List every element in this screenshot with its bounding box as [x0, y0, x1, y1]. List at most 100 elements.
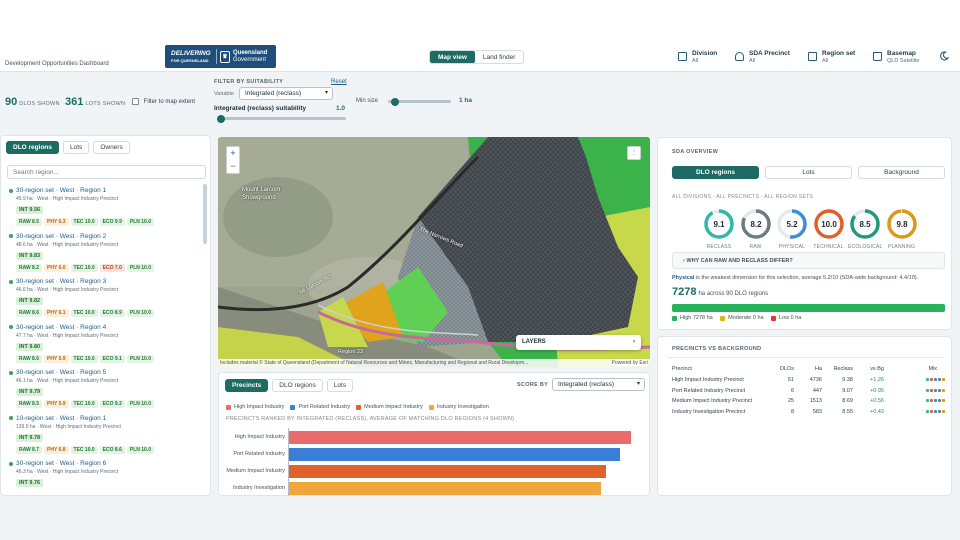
list-item[interactable]: 10-region set · West · Region 1 139.0 ha … [9, 415, 204, 454]
why-differ-expander[interactable]: › WHY CAN RAW AND RECLASS DIFFER? [672, 252, 945, 269]
list-item[interactable]: 30-region set · West · Region 5 46.1 ha ·… [9, 369, 204, 408]
reset-link[interactable]: Reset [331, 79, 347, 85]
nav-sda-precinct[interactable]: SDA Precinct All [735, 50, 790, 64]
region-name[interactable]: 10-region set · West · Region 1 [16, 415, 106, 422]
score-chip: PHY 6.3 [44, 218, 69, 226]
chart-icon[interactable]: ⫶ [627, 146, 641, 160]
list-item[interactable]: 30-region set · West · Region 1 45.9 ha ·… [9, 187, 204, 226]
table-header: Mix [928, 366, 937, 372]
table-cell: +0.95 [870, 387, 884, 394]
qld-logo: DELIVERING FOR QUEENSLAND ♛ Queensland Gov… [165, 45, 276, 68]
tab-dlo-regions[interactable]: DLO regions [672, 166, 759, 179]
list-item[interactable]: 30-region set · West · Region 6 46.3 ha ·… [9, 460, 204, 487]
filter-extent[interactable]: Filter to map extent [132, 98, 195, 105]
map-view[interactable]: Mount Larcom Showground The Narrows Road… [218, 137, 650, 367]
tab-precincts[interactable]: Precincts [225, 379, 269, 392]
minsize-label: Min size [356, 98, 379, 104]
suitability-bar [672, 304, 945, 312]
table-cell: 1513 [809, 398, 822, 404]
score-chip: PHY 5.9 [44, 400, 69, 408]
ha-summary: 7278 ha across 90 DLO regions [672, 286, 769, 298]
table-header: DLOs [779, 366, 794, 372]
sda-overview-panel: SDA OVERVIEW DLO regions Lots Background… [657, 137, 952, 330]
bar-port-related-industry[interactable] [289, 448, 621, 461]
region-name[interactable]: 30-region set · West · Region 5 [16, 369, 106, 376]
list-item[interactable]: 30-region set · West · Region 2 48.6 ha ·… [9, 233, 204, 272]
tab-owners[interactable]: Owners [93, 141, 130, 154]
score-by-select[interactable]: Integrated (reclass) ▾ [552, 378, 645, 391]
score-ring-technical: 10.0 TECHNICAL [812, 208, 846, 250]
status-dot-icon [9, 234, 13, 238]
top-bar: Development Opportunities Dashboard DELI… [0, 0, 960, 72]
region-details: 139.0 ha · West · High Impact Industry P… [16, 423, 121, 430]
filter-extent-checkbox[interactable] [132, 98, 139, 105]
chart-subtitle: PRECINCTS RANKED BY INTEGRATED (RECLASS)… [226, 416, 515, 422]
map-view-button[interactable]: Map view [430, 51, 475, 63]
table-cell: +0.43 [870, 408, 884, 415]
tab-background[interactable]: Background [858, 166, 945, 179]
bar-category-label: High Impact Industry [234, 434, 285, 440]
map-label: Showground [242, 195, 276, 201]
zoom-in-button[interactable]: + [227, 147, 239, 160]
score-chip: ECO 9.9 [99, 218, 125, 226]
list-item[interactable]: 30-region set · West · Region 3 46.6 ha ·… [9, 278, 204, 317]
land-finder-button[interactable]: Land finder [475, 51, 524, 63]
chart-panel: Precincts DLO regions Lots SCORE BY Inte… [218, 372, 650, 496]
score-chip: RAW 8.7 [16, 445, 43, 454]
chevron-down-icon: ▾ [324, 90, 328, 96]
chart-legend: High Impact Industry Port Related Industr… [226, 404, 495, 412]
svg-text:9.1: 9.1 [713, 220, 725, 229]
table-cell: 51 [787, 377, 794, 383]
tab-lots[interactable]: Lots [765, 166, 852, 179]
bar-industry-investigation[interactable] [289, 482, 602, 495]
layers-button[interactable]: LAYERS › [516, 335, 641, 350]
tab-lots[interactable]: Lots [63, 141, 90, 154]
grid-icon [678, 52, 687, 61]
mix-icon [926, 388, 945, 392]
table-cell: 6 [790, 387, 794, 394]
score-chip: TEC 10.0 [70, 263, 98, 272]
moon-icon[interactable] [939, 51, 950, 61]
region-details: 48.6 ha · West · High Impact Industry Pr… [16, 241, 119, 248]
variable-select[interactable]: Integrated (reclass) ▾ [239, 87, 333, 100]
score-chip: TEC 10.0 [70, 218, 98, 226]
bar-high-impact-industry[interactable] [289, 431, 632, 444]
region-name[interactable]: 30-region set · West · Region 4 [16, 324, 106, 331]
region-search-input[interactable] [7, 165, 206, 179]
weak-dimension-note: Physical is the weakest dimension for th… [672, 275, 919, 281]
score-chip: RAW 8.5 [16, 218, 43, 226]
region-details: 46.6 ha · West · High Impact Industry Pr… [16, 287, 119, 293]
int-score-badge: INT 9.80 [16, 342, 44, 351]
tab-lots[interactable]: Lots [326, 379, 354, 392]
tab-dlo-regions[interactable]: DLO regions [272, 379, 323, 392]
score-ring-raw: 8.2 RAW [739, 208, 773, 250]
minsize-slider[interactable] [388, 97, 451, 106]
region-name[interactable]: 30-region set · West · Region 2 [16, 233, 106, 240]
nav-division[interactable]: Division All [678, 50, 717, 64]
score-chip: ECO 9.2 [99, 400, 125, 408]
table-cell: 8 [790, 408, 794, 415]
score-chip: PLN 10.0 [126, 309, 154, 317]
list-item[interactable]: 30-region set · West · Region 4 47.7 ha ·… [9, 324, 204, 363]
region-name[interactable]: 30-region set · West · Region 6 [16, 460, 106, 467]
nav-region-set[interactable]: Region set All [808, 50, 855, 64]
slider-handle[interactable] [217, 114, 225, 123]
region-details: 46.3 ha · West · High Impact Industry Pr… [16, 469, 119, 475]
bar-chart: High Impact Industry Port Related Industr… [219, 428, 651, 496]
map-label: Region 23 [338, 349, 364, 355]
status-dot-icon [9, 188, 13, 193]
score-chip: RAW 8.6 [16, 309, 43, 317]
region-name[interactable]: 30-region set · West · Region 1 [16, 187, 106, 194]
bar-medium-impact-industry[interactable] [289, 465, 607, 478]
zoom-out-button[interactable]: − [227, 160, 239, 173]
tab-dlo-regions[interactable]: DLO regions [6, 141, 60, 154]
score-chip: TEC 10.0 [70, 354, 98, 363]
nav-basemap[interactable]: Basemap QLD Satellite [873, 50, 919, 64]
suitability-slider[interactable] [217, 114, 346, 123]
score-chip: PHY 6.0 [44, 263, 69, 272]
score-ring-ecological: 8.5 ECOLOGICAL [848, 208, 882, 250]
slider-handle[interactable] [390, 97, 399, 106]
table-header: Reclass [833, 366, 853, 372]
region-name[interactable]: 30-region set · West · Region 3 [16, 278, 106, 285]
int-score-badge: INT 9.79 [16, 388, 44, 396]
